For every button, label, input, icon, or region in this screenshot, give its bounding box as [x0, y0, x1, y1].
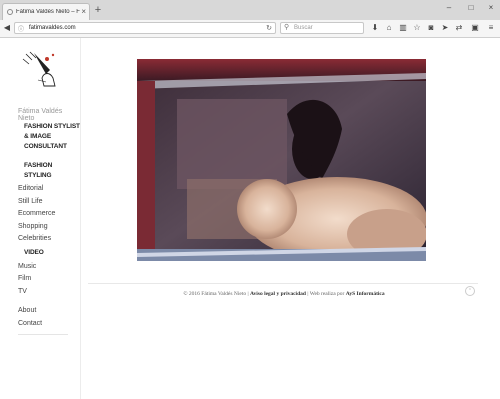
category-fashion-styling-link[interactable]: FASHION STYLING	[24, 161, 52, 181]
nav-item-music[interactable]: Music	[18, 263, 36, 270]
photo-image	[137, 59, 426, 261]
category-video-link[interactable]: VIDEO	[24, 248, 44, 258]
nav-item-still-life[interactable]: Still Life	[18, 198, 43, 205]
tab-title: Fátima Valdés Nieto – Fáti...	[16, 9, 80, 15]
send-icon[interactable]: ➤	[440, 22, 450, 34]
nav-item-contact[interactable]: Contact	[18, 320, 42, 327]
footer-divider	[88, 283, 478, 284]
footer: © 2016 Fátima Valdés Nieto | Aviso legal…	[89, 291, 479, 297]
nav-item-editorial[interactable]: Editorial	[18, 185, 43, 192]
browser-tab[interactable]: Fátima Valdés Nieto – Fáti... ×	[2, 3, 90, 20]
browser-tab-bar: Fátima Valdés Nieto – Fáti... × + – □ ×	[0, 0, 500, 20]
featured-photo[interactable]	[137, 59, 426, 261]
category-line: & IMAGE	[24, 133, 52, 140]
logo-icon[interactable]	[20, 50, 58, 90]
home-icon[interactable]: ⌂	[384, 22, 394, 34]
sidebar-divider	[18, 334, 68, 335]
pocket-icon[interactable]: ◙	[426, 22, 436, 34]
browser-nav-bar: ◀ ⓘ fatimavaldes.com ↻ ⚲ Buscar ⬇ ⌂ ▥ ☆ …	[0, 20, 500, 38]
nav-item-tv[interactable]: TV	[18, 288, 27, 295]
nav-item-celebrities[interactable]: Celebrities	[18, 235, 51, 242]
sidebar: Fátima Valdés Nieto FASHION STYLIST & IM…	[0, 38, 81, 399]
category-fashion-stylist-link[interactable]: FASHION STYLIST & IMAGE CONSULTANT	[24, 122, 80, 152]
close-window-icon[interactable]: ×	[484, 3, 498, 12]
minimize-icon[interactable]: –	[442, 3, 456, 12]
nav-item-ecommerce[interactable]: Ecommerce	[18, 210, 55, 217]
search-placeholder: Buscar	[294, 25, 313, 31]
brand-name-link[interactable]: Fátima Valdés Nieto	[18, 108, 80, 122]
footer-copyright: © 2016 Fátima Valdés Nieto |	[183, 291, 249, 297]
back-icon[interactable]: ◀	[2, 22, 12, 34]
library-icon[interactable]: ▥	[398, 22, 408, 34]
search-icon: ⚲	[284, 24, 290, 31]
extension-icon[interactable]: ▣	[470, 22, 480, 34]
scroll-to-top-icon[interactable]: ⌃	[465, 286, 475, 296]
url-text: fatimavaldes.com	[29, 25, 76, 31]
nav-item-film[interactable]: Film	[18, 275, 31, 282]
footer-made-by: | Web realiza por	[307, 291, 345, 297]
nav-item-about[interactable]: About	[18, 307, 36, 314]
bookmark-star-icon[interactable]: ☆	[412, 22, 422, 34]
close-tab-icon[interactable]: ×	[81, 7, 86, 16]
reload-icon[interactable]: ↻	[266, 24, 272, 32]
category-line: FASHION STYLIST	[24, 123, 80, 130]
legal-link[interactable]: Aviso legal y privacidad	[250, 291, 306, 297]
category-line: CONSULTANT	[24, 143, 67, 150]
favicon-icon	[7, 9, 13, 15]
sync-icon[interactable]: ⇄	[454, 22, 464, 34]
download-icon[interactable]: ⬇	[370, 22, 380, 34]
info-icon[interactable]: ⓘ	[18, 24, 24, 33]
url-bar[interactable]: ⓘ fatimavaldes.com ↻	[14, 22, 276, 34]
maximize-icon[interactable]: □	[464, 3, 478, 12]
new-tab-button[interactable]: +	[93, 4, 103, 16]
page-content: Fátima Valdés Nieto FASHION STYLIST & IM…	[0, 38, 500, 399]
category-line: STYLING	[24, 172, 52, 179]
category-line: FASHION	[24, 162, 53, 169]
search-input[interactable]: ⚲ Buscar	[280, 22, 364, 34]
menu-icon[interactable]: ≡	[486, 22, 496, 34]
nav-item-shopping[interactable]: Shopping	[18, 223, 48, 230]
agency-link[interactable]: AyS Informática	[346, 291, 385, 297]
